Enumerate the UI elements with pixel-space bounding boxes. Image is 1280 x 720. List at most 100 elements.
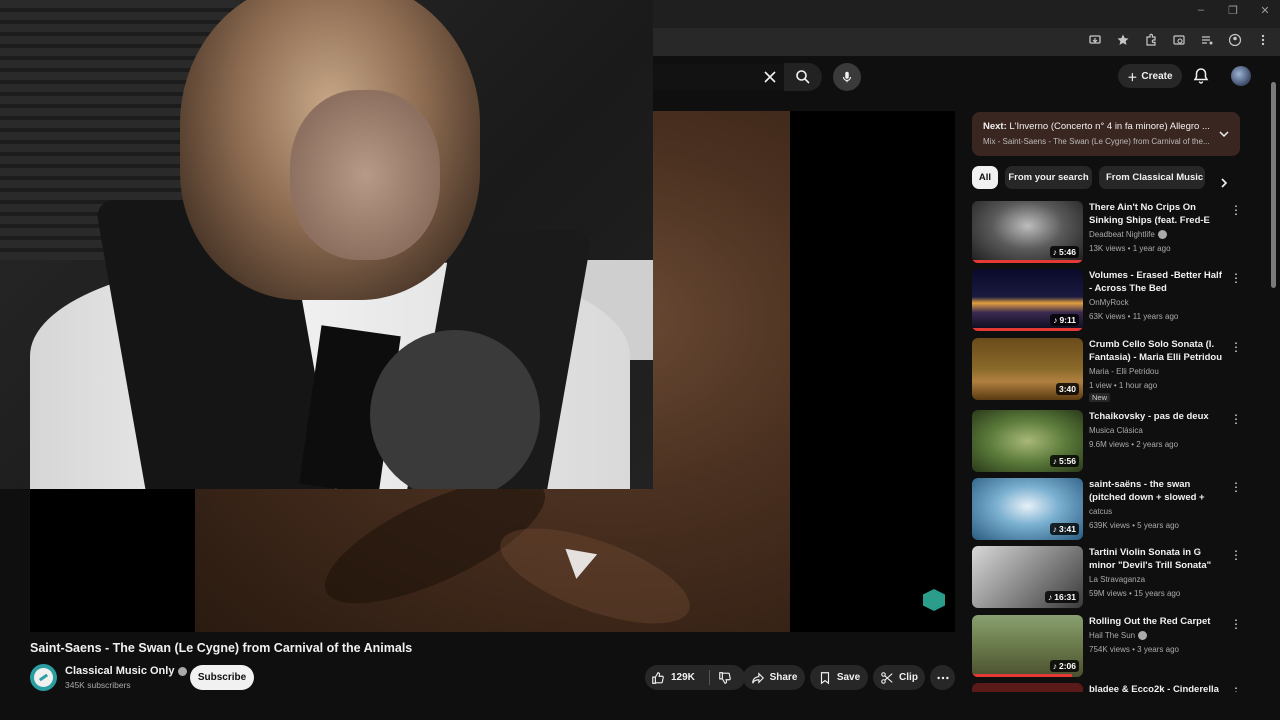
recommendation-channel[interactable]: OnMyRock (1089, 298, 1129, 307)
recommendation-channel[interactable]: Hail The Sun (1089, 631, 1148, 640)
subscribe-button[interactable]: Subscribe (190, 665, 254, 690)
scrollbar-thumb[interactable] (1271, 82, 1276, 288)
media-controls-icon[interactable] (1200, 33, 1214, 47)
recommendation-title[interactable]: Tchaikovsky - pas de deux (1089, 410, 1224, 423)
chip-from-your-search[interactable]: From your search (1005, 166, 1092, 189)
recommendation-channel[interactable]: Deadbeat Nightlife (1089, 230, 1167, 239)
recommendation-item[interactable]: ♪ 9:11 Volumes - Erased -Better Half - Ac… (972, 269, 1242, 333)
like-count: 129K (671, 672, 695, 683)
video-thumbnail[interactable] (972, 683, 1083, 692)
chevron-right-icon[interactable] (1218, 176, 1230, 188)
more-vertical-icon[interactable]: ⋮ (1230, 548, 1242, 562)
more-vertical-icon[interactable]: ⋮ (1230, 685, 1240, 692)
verified-icon (1157, 230, 1167, 239)
video-thumbnail[interactable]: ♪ 5:46 (972, 201, 1083, 263)
channel-avatar[interactable] (30, 664, 57, 691)
recommendation-meta: 754K views • 3 years ago (1089, 645, 1179, 654)
more-vertical-icon[interactable]: ⋮ (1230, 203, 1242, 217)
video-thumbnail[interactable]: ♪ 9:11 (972, 269, 1083, 331)
recommendation-item[interactable]: ♪ 5:46 There Ain't No Crips On Sinking Sh… (972, 201, 1242, 265)
create-button[interactable]: ＋ Create (1118, 64, 1182, 88)
close-window-icon[interactable]: ✕ (1258, 4, 1272, 17)
save-button[interactable]: Save (810, 665, 868, 690)
video-thumbnail[interactable]: ♪ 2:06 (972, 615, 1083, 677)
next-up-video-title: L'Inverno (Concerto n° 4 in fa minore) A… (1009, 121, 1210, 132)
more-vertical-icon[interactable]: ⋮ (1230, 340, 1242, 354)
recommendation-title[interactable]: Volumes - Erased -Better Half - Across T… (1089, 269, 1224, 295)
watch-progress-bar (972, 328, 1083, 331)
video-thumbnail[interactable]: ♪ 16:31 (972, 546, 1083, 608)
duration-badge: 3:40 (1055, 383, 1079, 395)
browser-menu-icon[interactable] (1256, 33, 1270, 47)
dislike-button[interactable] (714, 671, 732, 685)
clear-search-icon[interactable] (762, 69, 778, 85)
recommendation-item[interactable]: ♪ 2:06 Rolling Out the Red Carpet Hail Th… (972, 615, 1242, 679)
recommendation-item[interactable]: bladee & Ecco2k - Cinderella ⋮ (972, 683, 1240, 692)
music-note-icon: ♪ (1052, 456, 1057, 466)
recommendation-item[interactable]: ♪ 16:31 Tartini Violin Sonata in G minor … (972, 546, 1242, 610)
recommendation-channel[interactable]: catcus (1089, 507, 1112, 516)
recommendation-title[interactable]: Tartini Violin Sonata in G minor "Devil'… (1089, 546, 1224, 572)
new-badge: New (1089, 393, 1111, 402)
clip-button[interactable]: Clip (873, 665, 925, 690)
duration-badge: ♪ 16:31 (1045, 591, 1079, 603)
recommendation-title[interactable]: bladee & Ecco2k - Cinderella (1089, 683, 1224, 692)
more-vertical-icon[interactable]: ⋮ (1230, 271, 1242, 285)
verified-icon (178, 666, 188, 676)
like-dislike-group: 129K (645, 665, 745, 690)
tab-search-icon[interactable] (1172, 33, 1186, 47)
channel-watermark-icon[interactable] (923, 589, 945, 611)
video-thumbnail[interactable]: ♪ 5:56 (972, 410, 1083, 472)
video-thumbnail[interactable]: 3:40 (972, 338, 1083, 400)
share-button[interactable]: Share (743, 665, 805, 690)
video-thumbnail[interactable]: ♪ 3:41 (972, 478, 1083, 540)
minimize-icon[interactable]: – (1194, 4, 1208, 17)
more-vertical-icon[interactable]: ⋮ (1230, 480, 1242, 494)
channel-name-link[interactable]: Classical Music Only (65, 665, 188, 677)
recommendation-item[interactable]: ♪ 3:41 saint-saëns - the swan (pitched do… (972, 478, 1242, 542)
duration-badge: ♪ 3:41 (1049, 523, 1079, 535)
next-up-subtitle: Mix - Saint-Saens - The Swan (Le Cygne) … (983, 137, 1210, 146)
watch-progress-bar (972, 674, 1072, 677)
profile-icon[interactable] (1228, 33, 1242, 47)
recommendation-channel[interactable]: Maria - Elli Petridou (1089, 367, 1159, 376)
duration-badge: ♪ 5:56 (1049, 455, 1079, 467)
voice-search-button[interactable] (833, 63, 861, 91)
search-button[interactable] (784, 63, 822, 91)
share-icon (751, 671, 764, 684)
notifications-bell-icon[interactable] (1192, 67, 1210, 85)
recommendation-meta: 9.6M views • 2 years ago (1089, 440, 1179, 449)
chip-all[interactable]: All (972, 166, 998, 189)
recommendation-title[interactable]: Rolling Out the Red Carpet (1089, 615, 1224, 628)
save-label: Save (836, 672, 861, 683)
chevron-down-icon[interactable] (1218, 127, 1230, 139)
create-label: Create (1141, 70, 1173, 82)
recommendation-meta: 1 view • 1 hour ago (1089, 381, 1158, 390)
music-note-icon: ♪ (1052, 247, 1057, 257)
like-button[interactable]: 129K (645, 671, 705, 685)
video-title: Saint-Saens - The Swan (Le Cygne) from C… (30, 641, 413, 655)
more-actions-button[interactable] (930, 665, 955, 690)
filter-chips: All From your search From Classical Musi… (972, 166, 1240, 190)
plus-icon: ＋ (1127, 72, 1138, 84)
recommendation-meta: 63K views • 11 years ago (1089, 312, 1179, 321)
chip-from-channel[interactable]: From Classical Music O (1099, 166, 1205, 189)
recommendation-title[interactable]: saint-saëns - the swan (pitched down + s… (1089, 478, 1224, 504)
recommendation-channel[interactable]: Musica Clásica (1089, 426, 1143, 435)
more-vertical-icon[interactable]: ⋮ (1230, 617, 1242, 631)
extensions-icon[interactable] (1144, 33, 1158, 47)
next-up-card[interactable]: Next: L'Inverno (Concerto n° 4 in fa min… (972, 112, 1240, 156)
more-vertical-icon[interactable]: ⋮ (1230, 412, 1242, 426)
recommendation-item[interactable]: 3:40 Crumb Cello Solo Sonata (I. Fantasi… (972, 338, 1242, 402)
recommendation-title[interactable]: Crumb Cello Solo Sonata (I. Fantasia) - … (1089, 338, 1224, 364)
install-app-icon[interactable] (1088, 33, 1102, 47)
recommendation-title[interactable]: There Ain't No Crips On Sinking Ships (f… (1089, 201, 1224, 227)
recommendation-item[interactable]: ♪ 5:56 Tchaikovsky - pas de deux Musica C… (972, 410, 1242, 474)
channel-name: Classical Music Only (65, 665, 175, 677)
music-note-icon: ♪ (1053, 315, 1058, 325)
account-avatar[interactable] (1231, 66, 1251, 86)
bookmark-star-icon[interactable] (1116, 33, 1130, 47)
restore-icon[interactable]: ❐ (1226, 4, 1240, 17)
next-up-prefix: Next: (983, 121, 1007, 132)
recommendation-channel[interactable]: La Stravaganza (1089, 575, 1145, 584)
